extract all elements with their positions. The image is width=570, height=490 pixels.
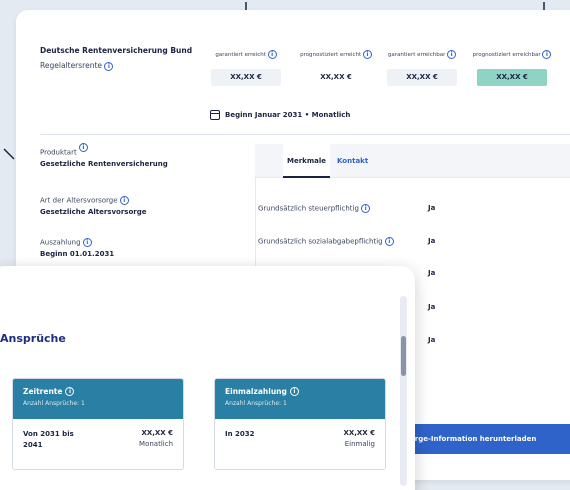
info-icon[interactable]: i [542,50,552,59]
column-guaranteed-reachable: garantiert erreichbar i XX,XX € [382,50,462,86]
feature-label: Grundsätzlich steuerpflichtig [258,204,359,213]
column-label: prognostiziert erreichbar i [472,50,552,59]
claim-card-header: Zeitrente i Anzahl Ansprüche: 1 [13,379,183,419]
claim-card-zeitrente[interactable]: Zeitrente i Anzahl Ansprüche: 1 Von 2031 … [12,378,184,470]
product-kind: Produktart i Gesetzliche Rentenversicher… [40,143,168,168]
pension-kind-label: Art der Altersvorsorge i [40,196,146,205]
column-label: prognostiziert erreicht i [296,50,376,59]
pointer-arrow-icon [2,146,16,160]
divider [40,134,570,135]
download-pension-info-button[interactable]: orge-Information herunterladen [400,424,570,454]
provider-header: Deutsche Rentenversicherung Bund Regelal… [40,46,192,71]
claim-amount: XX,XX € [343,429,375,437]
calendar-icon [210,110,220,120]
info-icon[interactable]: i [267,50,277,59]
info-icon[interactable]: i [65,387,75,396]
feature-value: Ja [428,336,436,344]
info-icon[interactable]: i [119,196,129,205]
feature-social-row: Grundsätzlich sozialabgabepflichtig i [258,237,394,246]
info-icon[interactable]: i [447,50,457,59]
claim-count: Anzahl Ansprüche: 1 [225,400,287,407]
provider-name: Deutsche Rentenversicherung Bund [40,46,193,55]
claim-card-header: Einmalzahlung i Anzahl Ansprüche: 1 [215,379,385,419]
feature-social-value: Ja [428,237,436,245]
payout-value: Beginn 01.01.2031 [40,250,115,258]
claim-period: Von 2031 bis 2041 [23,430,74,449]
feature-label: Grundsätzlich sozialabgabepflichtig [258,237,383,246]
claim-card-body: Von 2031 bis 2041 XX,XX € Monatlich [13,419,183,469]
info-icon[interactable]: i [104,61,114,71]
product-kind-value: Gesetzliche Rentenversicherung [40,160,168,168]
column-forecast-reachable: prognostiziert erreichbar i XX,XX € [472,50,552,86]
product-type-label: Regelaltersrente [40,61,103,70]
feature-value: Ja [428,303,436,311]
feature-tax-row: Grundsätzlich steuerpflichtig i [258,204,371,213]
tab-merkmale[interactable]: Merkmale [283,144,330,178]
product-kind-label: Produktart i [40,143,168,157]
payout-label: Auszahlung i [40,238,114,247]
pension-kind: Art der Altersvorsorge i Gesetzliche Alt… [40,196,146,216]
payout-info: Auszahlung i Beginn 01.01.2031 [40,238,114,258]
claim-frequency: Einmalig [344,440,375,448]
tab-bar: Merkmale Kontakt [255,144,570,178]
feature-value: Ja [428,269,436,277]
info-icon[interactable]: i [361,204,371,213]
column-forecast-reached: prognostiziert erreicht i XX,XX € [296,50,376,86]
column-guaranteed-reached: garantiert erreicht i XX,XX € [206,50,286,86]
claims-title: Ansprüche [0,332,66,345]
column-value: XX,XX € [477,69,547,86]
column-value: XX,XX € [211,69,281,86]
claim-card-einmalzahlung[interactable]: Einmalzahlung i Anzahl Ansprüche: 1 In 20… [214,378,386,470]
column-label: garantiert erreicht i [206,50,286,59]
feature-tax-value: Ja [428,204,436,212]
info-icon[interactable]: i [362,50,372,59]
claim-amount: XX,XX € [141,429,173,437]
claim-name: Einmalzahlung i [225,387,375,396]
claim-name: Zeitrente i [23,387,173,396]
info-icon[interactable]: i [82,238,92,247]
product-type: Regelaltersrente i [40,61,192,71]
info-icon[interactable]: i [289,387,299,396]
info-icon[interactable]: i [384,237,394,246]
claim-count: Anzahl Ansprüche: 1 [23,400,85,407]
column-value: XX,XX € [387,69,457,86]
claim-frequency: Monatlich [139,440,173,448]
scrollbar-thumb[interactable] [401,336,406,376]
pension-kind-value: Gesetzliche Altersvorsorge [40,208,147,216]
payout-start-line: Beginn Januar 2031 • Monatlich [210,110,350,120]
column-label: garantiert erreichbar i [382,50,462,59]
column-value: XX,XX € [301,69,371,86]
claim-card-body: In 2032 XX,XX € Einmalig [215,419,385,469]
scrollbar-track[interactable] [400,296,407,486]
tab-kontakt[interactable]: Kontakt [333,144,372,178]
info-icon[interactable]: i [78,143,88,152]
payout-start-text: Beginn Januar 2031 • Monatlich [225,111,351,119]
